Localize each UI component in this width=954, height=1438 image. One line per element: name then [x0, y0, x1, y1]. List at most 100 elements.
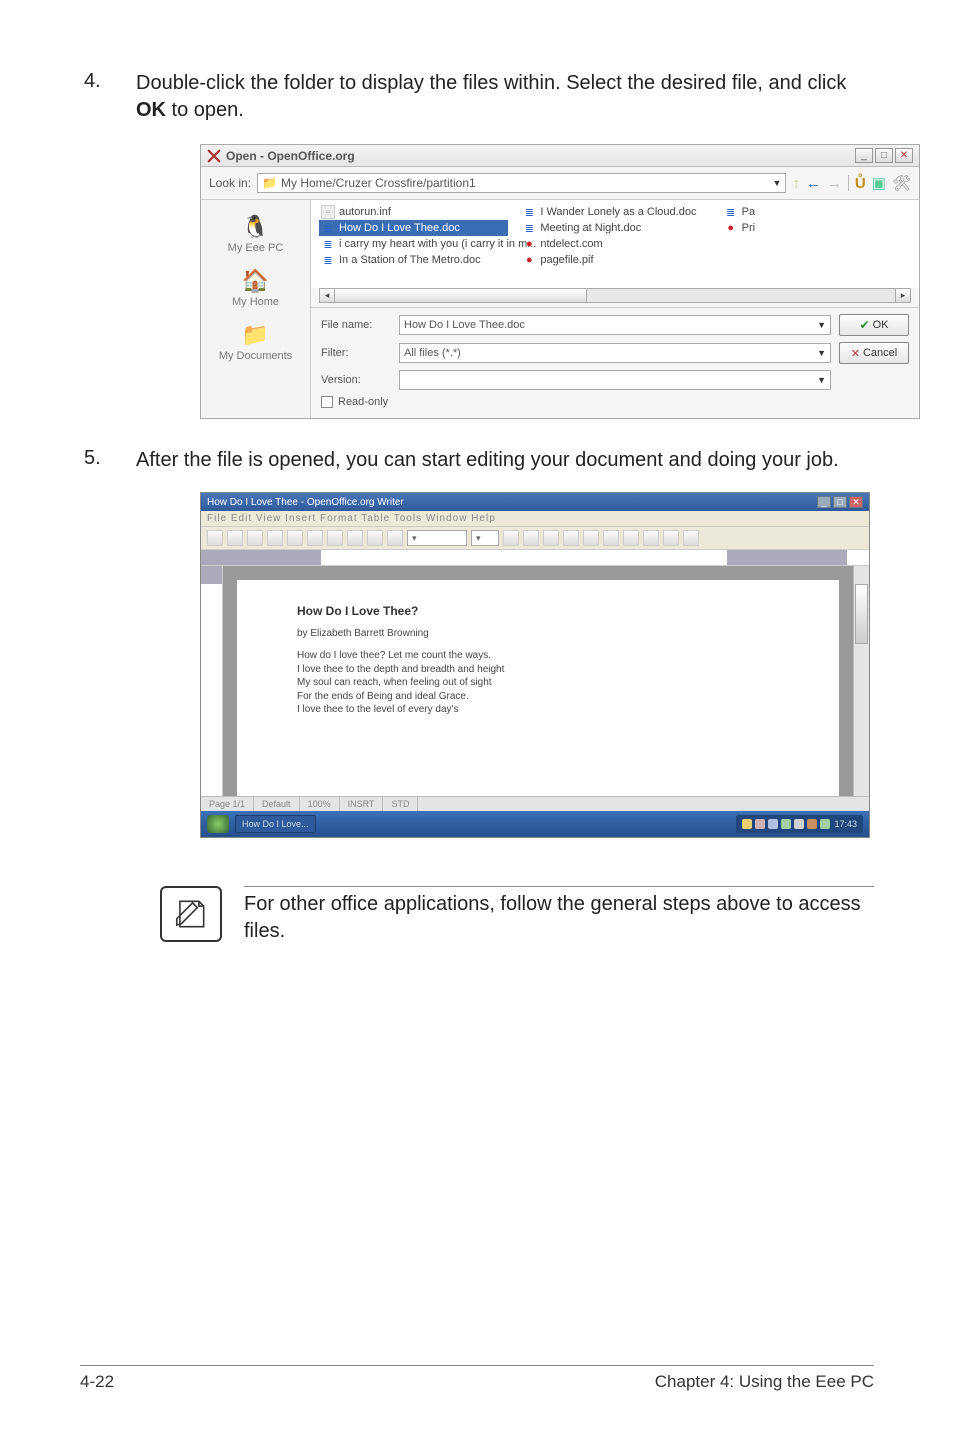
- writer-close-button[interactable]: ✕: [849, 496, 863, 508]
- writer-v-scrollbar[interactable]: [853, 566, 869, 796]
- toolbar-icon[interactable]: [347, 530, 363, 546]
- readonly-checkbox[interactable]: [321, 396, 333, 408]
- file-item[interactable]: ≣Meeting at Night.doc: [520, 220, 709, 236]
- file-item[interactable]: ≣In a Station of The Metro.doc: [319, 252, 508, 268]
- system-tray[interactable]: 17:43: [736, 815, 863, 833]
- places-item[interactable]: 🐧My Eee PC: [201, 206, 310, 260]
- status-ins: INSRT: [340, 797, 384, 811]
- step-4-number: 4.: [80, 70, 136, 124]
- writer-page[interactable]: How Do I Love Thee? by Elizabeth Barrett…: [237, 580, 839, 796]
- toolbar-icon[interactable]: [563, 530, 579, 546]
- step-4: 4. Double-click the folder to display th…: [80, 70, 874, 124]
- version-combo[interactable]: ▼: [399, 370, 831, 390]
- writer-title: How Do I Love Thee - OpenOffice.org Writ…: [207, 497, 404, 508]
- look-in-combo[interactable]: 📁My Home/Cruzer Crossfire/partition1 ▼: [257, 173, 786, 193]
- tray-icon[interactable]: [820, 819, 830, 829]
- back-icon[interactable]: ←: [806, 175, 821, 192]
- step-5-number: 5.: [80, 447, 136, 474]
- file-item[interactable]: ≣I Wander Lonely as a Cloud.doc: [520, 204, 709, 220]
- start-button[interactable]: [207, 815, 229, 833]
- toolbar-icon[interactable]: [267, 530, 283, 546]
- status-style: Default: [254, 797, 300, 811]
- file-item[interactable]: ≣How Do I Love Thee.doc: [319, 220, 508, 236]
- font-size-combo[interactable]: ▾: [471, 530, 499, 546]
- new-folder-icon[interactable]: ▣: [872, 174, 886, 192]
- toolbar-icon[interactable]: [307, 530, 323, 546]
- open-dialog: Open - OpenOffice.org _ □ ✕ Look in: 📁My…: [200, 144, 920, 419]
- tray-icon[interactable]: [768, 819, 778, 829]
- toolbar-icon[interactable]: [523, 530, 539, 546]
- writer-maximize-button[interactable]: □: [833, 496, 847, 508]
- toolbar-icon[interactable]: [387, 530, 403, 546]
- toolbar-icon[interactable]: [327, 530, 343, 546]
- filter-value: All files (*.*): [404, 347, 461, 359]
- toolbar-icon[interactable]: [207, 530, 223, 546]
- file-item[interactable]: ● ntdelect.com: [520, 236, 709, 252]
- file-item[interactable]: ● Pri: [722, 220, 911, 236]
- status-page: Page 1/1: [201, 797, 254, 811]
- cancel-button[interactable]: ✕Cancel: [839, 342, 909, 364]
- writer-minimize-button[interactable]: _: [817, 496, 831, 508]
- open-dialog-title: Open - OpenOffice.org: [226, 149, 355, 163]
- writer-statusbar: Page 1/1 Default 100% INSRT STD: [201, 796, 869, 811]
- file-name: ntdelect.com: [540, 238, 602, 250]
- places-item[interactable]: 📁My Documents: [201, 314, 310, 368]
- tray-icon[interactable]: [742, 819, 752, 829]
- style-combo[interactable]: ▾: [407, 530, 467, 546]
- tray-icon[interactable]: [781, 819, 791, 829]
- maximize-button[interactable]: □: [875, 148, 893, 163]
- tray-icon[interactable]: [755, 819, 765, 829]
- minimize-button[interactable]: _: [855, 148, 873, 163]
- step-4-text-b: to open.: [166, 99, 244, 121]
- toolbar-icon[interactable]: [247, 530, 263, 546]
- toolbar-icon[interactable]: [663, 530, 679, 546]
- nav-icon-bar: ↑ ← → Ů ▣ 🛠: [792, 174, 911, 192]
- dropdown-arrow-icon: ▼: [773, 178, 782, 188]
- toolbar-icon[interactable]: [367, 530, 383, 546]
- toolbar-icon[interactable]: [227, 530, 243, 546]
- file-item[interactable]: ≣i carry my heart with you (i carry it i…: [319, 236, 508, 252]
- up-one-level-icon[interactable]: ↑: [792, 175, 800, 192]
- file-item[interactable]: ≣Pa: [722, 204, 911, 220]
- toolbar-icon[interactable]: [503, 530, 519, 546]
- note-block: For other office applications, follow th…: [160, 886, 874, 945]
- file-name: Pri: [742, 222, 755, 234]
- tray-icon[interactable]: [807, 819, 817, 829]
- file-name: How Do I Love Thee.doc: [339, 222, 460, 234]
- tray-icon[interactable]: [794, 819, 804, 829]
- tools-icon[interactable]: 🛠: [892, 174, 911, 192]
- file-item[interactable]: ▫autorun.inf: [319, 204, 508, 220]
- toolbar-icon[interactable]: [643, 530, 659, 546]
- ok-button[interactable]: ✔OK: [839, 314, 909, 336]
- file-type-icon: ●: [522, 237, 536, 251]
- scroll-thumb[interactable]: [335, 289, 587, 302]
- toolbar-icon[interactable]: [583, 530, 599, 546]
- open-dialog-titlebar: Open - OpenOffice.org _ □ ✕: [201, 145, 919, 167]
- close-button[interactable]: ✕: [895, 148, 913, 163]
- forward-icon[interactable]: →: [827, 175, 842, 192]
- writer-menubar[interactable]: File Edit View Insert Format Table Tools…: [201, 511, 869, 527]
- scroll-left-button[interactable]: ◂: [320, 289, 335, 302]
- file-list-h-scrollbar[interactable]: ◂ ▸: [319, 288, 911, 303]
- readonly-checkbox-row[interactable]: Read-only: [321, 396, 909, 408]
- places-item[interactable]: 🏠My Home: [201, 260, 310, 314]
- toolbar-icon[interactable]: [623, 530, 639, 546]
- toolbar-icon[interactable]: [683, 530, 699, 546]
- v-scroll-thumb[interactable]: [855, 584, 868, 644]
- step-5-text: After the file is opened, you can start …: [136, 447, 839, 474]
- scroll-right-button[interactable]: ▸: [895, 289, 910, 302]
- filename-input[interactable]: How Do I Love Thee.doc▼: [399, 315, 831, 335]
- toolbar-icon[interactable]: [287, 530, 303, 546]
- toolbar-icon[interactable]: [603, 530, 619, 546]
- toolbar-icon[interactable]: [543, 530, 559, 546]
- file-list[interactable]: ▫autorun.inf≣How Do I Love Thee.doc≣i ca…: [311, 200, 919, 288]
- file-type-icon: ●: [724, 221, 738, 235]
- file-item[interactable]: ●pagefile.pif: [520, 252, 709, 268]
- taskbar-item[interactable]: How Do I Love...: [235, 815, 316, 833]
- home-icon[interactable]: Ů: [855, 175, 866, 192]
- place-icon: 🏠: [203, 266, 308, 296]
- note-icon: [160, 886, 222, 942]
- filter-combo[interactable]: All files (*.*)▼: [399, 343, 831, 363]
- step-4-text-a: Double-click the folder to display the f…: [136, 72, 846, 94]
- taskbar: How Do I Love... 17:43: [201, 811, 869, 837]
